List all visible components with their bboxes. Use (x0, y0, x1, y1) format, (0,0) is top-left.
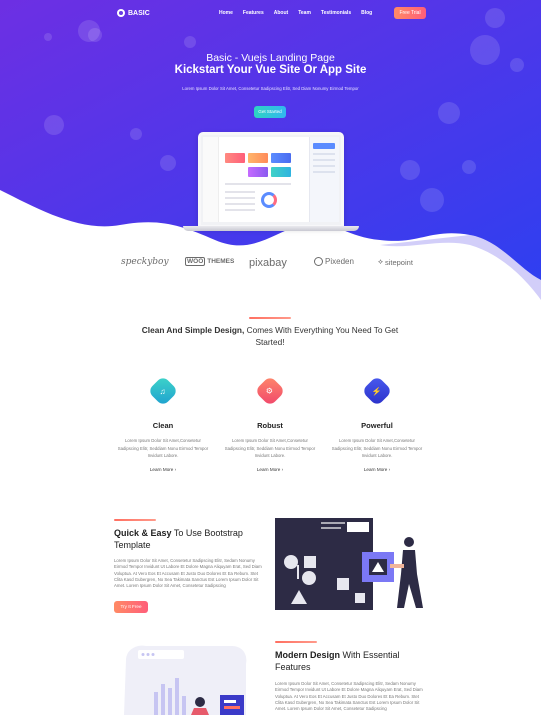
nav-link-testimonials[interactable]: Testimonials (321, 10, 351, 16)
mockup-row (225, 197, 255, 199)
modern-design-title: Modern Design With Essential Features (275, 650, 400, 672)
nav-link-features[interactable]: Features (243, 10, 264, 16)
mockup-card (248, 153, 268, 163)
decor-bubble (160, 155, 176, 171)
hero-title: Kickstart Your Vue Site Or App Site (174, 64, 367, 76)
learn-more-link[interactable]: Learn More › (327, 467, 427, 472)
nav-link-blog[interactable]: Blog (361, 10, 372, 16)
dashboard-mockup (198, 132, 344, 228)
feature-description: Lorem Ipsum Dolor Sit Amet,Consetetur Sa… (117, 438, 209, 459)
mockup-card (248, 167, 268, 177)
feature-title: Robust (257, 421, 283, 430)
sitepoint-icon: ⟡ (378, 257, 383, 266)
feature-robust: ⚙ Robust Lorem Ipsum Dolor Sit Amet,Cons… (220, 375, 320, 472)
brand-logo[interactable]: BASIC (117, 9, 150, 17)
decor-bubble (44, 33, 52, 41)
decor-bubble (130, 128, 142, 140)
music-note-icon: ♫ (147, 375, 179, 407)
mockup-row (225, 183, 291, 185)
logo-icon (117, 9, 125, 17)
mockup-card (271, 167, 291, 177)
chevron-right-icon: › (281, 466, 284, 472)
feature-description: Lorem Ipsum Dolor Sit Amet,Consetetur Sa… (331, 438, 423, 459)
decor-bubble (400, 160, 420, 180)
accent-divider (249, 317, 291, 319)
feature-clean: ♫ Clean Lorem Ipsum Dolor Sit Amet,Conse… (113, 375, 213, 472)
section-heading: Clean And Simple Design, Comes With Ever… (141, 325, 399, 347)
decor-bubble (88, 28, 102, 42)
free-trial-button[interactable]: Free Trial (394, 7, 426, 19)
partner-logos: speckyboy WOO THEMES pixabay Pixeden ⟡ sit… (0, 257, 541, 273)
analytics-illustration (124, 645, 247, 715)
modern-design-description: Lorem Ipsum Dolor Sit Amet, Consetetur S… (275, 681, 423, 712)
hero-subtitle: Basic - Vuejs Landing Page (206, 52, 335, 64)
logo-pixabay: pixabay (249, 257, 287, 269)
gear-icon: ⚙ (254, 375, 286, 407)
mockup-row (225, 191, 255, 193)
laptop-base (183, 226, 359, 231)
mockup-screen (203, 137, 339, 222)
mockup-donut-chart (261, 192, 277, 208)
quick-easy-description: Lorem Ipsum Dolor Sit Amet, Consetetur S… (114, 558, 262, 589)
learn-more-link[interactable]: Learn More › (113, 467, 213, 472)
logo-woothemes: WOO THEMES (185, 257, 235, 266)
mockup-row (225, 203, 255, 205)
decor-bubble (438, 102, 460, 124)
nav-link-about[interactable]: About (274, 10, 288, 16)
logo-sitepoint: ⟡ sitepoint (378, 257, 413, 267)
decor-bubble (184, 36, 196, 48)
hero-description: Lorem Ipsum Dolor Sit Amet, Consetetur S… (182, 86, 359, 91)
learn-more-link[interactable]: Learn More › (220, 467, 320, 472)
decor-bubble (420, 188, 444, 212)
mockup-right-panel (309, 137, 339, 222)
decor-bubble (462, 160, 476, 174)
nav-links: Home Features About Team Testimonials Bl… (219, 10, 372, 16)
accent-divider (114, 519, 156, 521)
decor-bubble (44, 115, 64, 135)
hero-section: BASIC Home Features About Team Testimoni… (0, 0, 541, 300)
logo-speckyboy: speckyboy (121, 257, 169, 267)
chevron-right-icon: › (174, 466, 177, 472)
feature-powerful: ⚡ Powerful Lorem Ipsum Dolor Sit Amet,Co… (327, 375, 427, 472)
feature-title: Clean (152, 421, 174, 430)
design-illustration (275, 518, 423, 610)
logo-pixeden: Pixeden (314, 257, 354, 266)
pixeden-icon (314, 257, 323, 266)
get-started-button[interactable]: Get Started (254, 106, 286, 118)
accent-divider (275, 641, 317, 643)
top-navbar: BASIC Home Features About Team Testimoni… (0, 6, 541, 22)
mockup-card (271, 153, 291, 163)
nav-link-home[interactable]: Home (219, 10, 233, 16)
try-it-free-button[interactable]: Try It Free (114, 601, 148, 613)
chevron-right-icon: › (388, 466, 391, 472)
nav-link-team[interactable]: Team (298, 10, 311, 16)
mockup-row (225, 209, 255, 211)
feature-title: Powerful (361, 421, 393, 430)
lightning-icon: ⚡ (361, 375, 393, 407)
feature-description: Lorem Ipsum Dolor Sit Amet,Consetetur Sa… (224, 438, 316, 459)
quick-easy-title: Quick & Easy To Use Bootstrap Template (114, 528, 243, 550)
logo-text: BASIC (128, 9, 150, 17)
mockup-card (225, 153, 245, 163)
mockup-sidebar (203, 137, 219, 222)
